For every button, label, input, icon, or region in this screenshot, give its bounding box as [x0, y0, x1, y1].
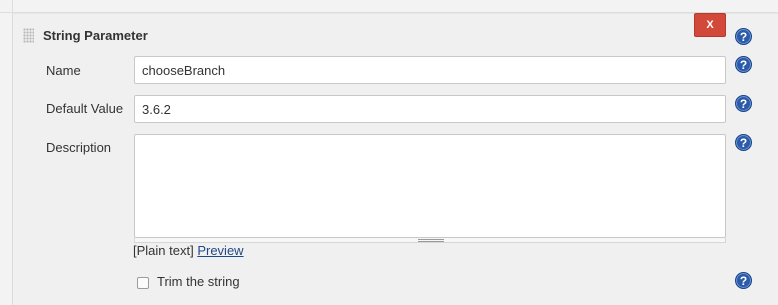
name-help-icon[interactable]: ? — [735, 56, 752, 73]
description-format-row: [Plain text] Preview — [133, 243, 244, 258]
parameter-list-container: String Parameter X ? Name ? Default Valu… — [0, 0, 778, 305]
trim-help-icon[interactable]: ? — [735, 272, 752, 289]
grippie-bars-icon — [418, 239, 444, 242]
delete-parameter-button[interactable]: X — [694, 13, 726, 37]
plain-text-label: [Plain text] — [133, 243, 194, 258]
trim-string-label[interactable]: Trim the string — [157, 274, 240, 289]
default-value-input[interactable] — [134, 95, 726, 123]
name-input[interactable] — [134, 56, 726, 84]
default-value-label: Default Value — [46, 101, 124, 116]
trim-string-checkbox[interactable] — [137, 277, 149, 289]
previous-item-edge — [0, 0, 778, 13]
preview-link[interactable]: Preview — [197, 243, 243, 258]
name-label: Name — [46, 63, 81, 78]
default-value-help-icon[interactable]: ? — [735, 95, 752, 112]
description-label: Description — [46, 140, 112, 155]
section-title: String Parameter — [43, 28, 148, 43]
close-icon: X — [706, 19, 714, 31]
previous-item-inner-edge — [12, 0, 778, 12]
string-parameter-panel: String Parameter X ? Name ? Default Valu… — [12, 13, 778, 305]
description-textarea[interactable] — [134, 134, 726, 238]
description-help-icon[interactable]: ? — [735, 134, 752, 151]
drag-handle-icon[interactable] — [23, 28, 34, 43]
help-icon[interactable]: ? — [735, 28, 752, 45]
